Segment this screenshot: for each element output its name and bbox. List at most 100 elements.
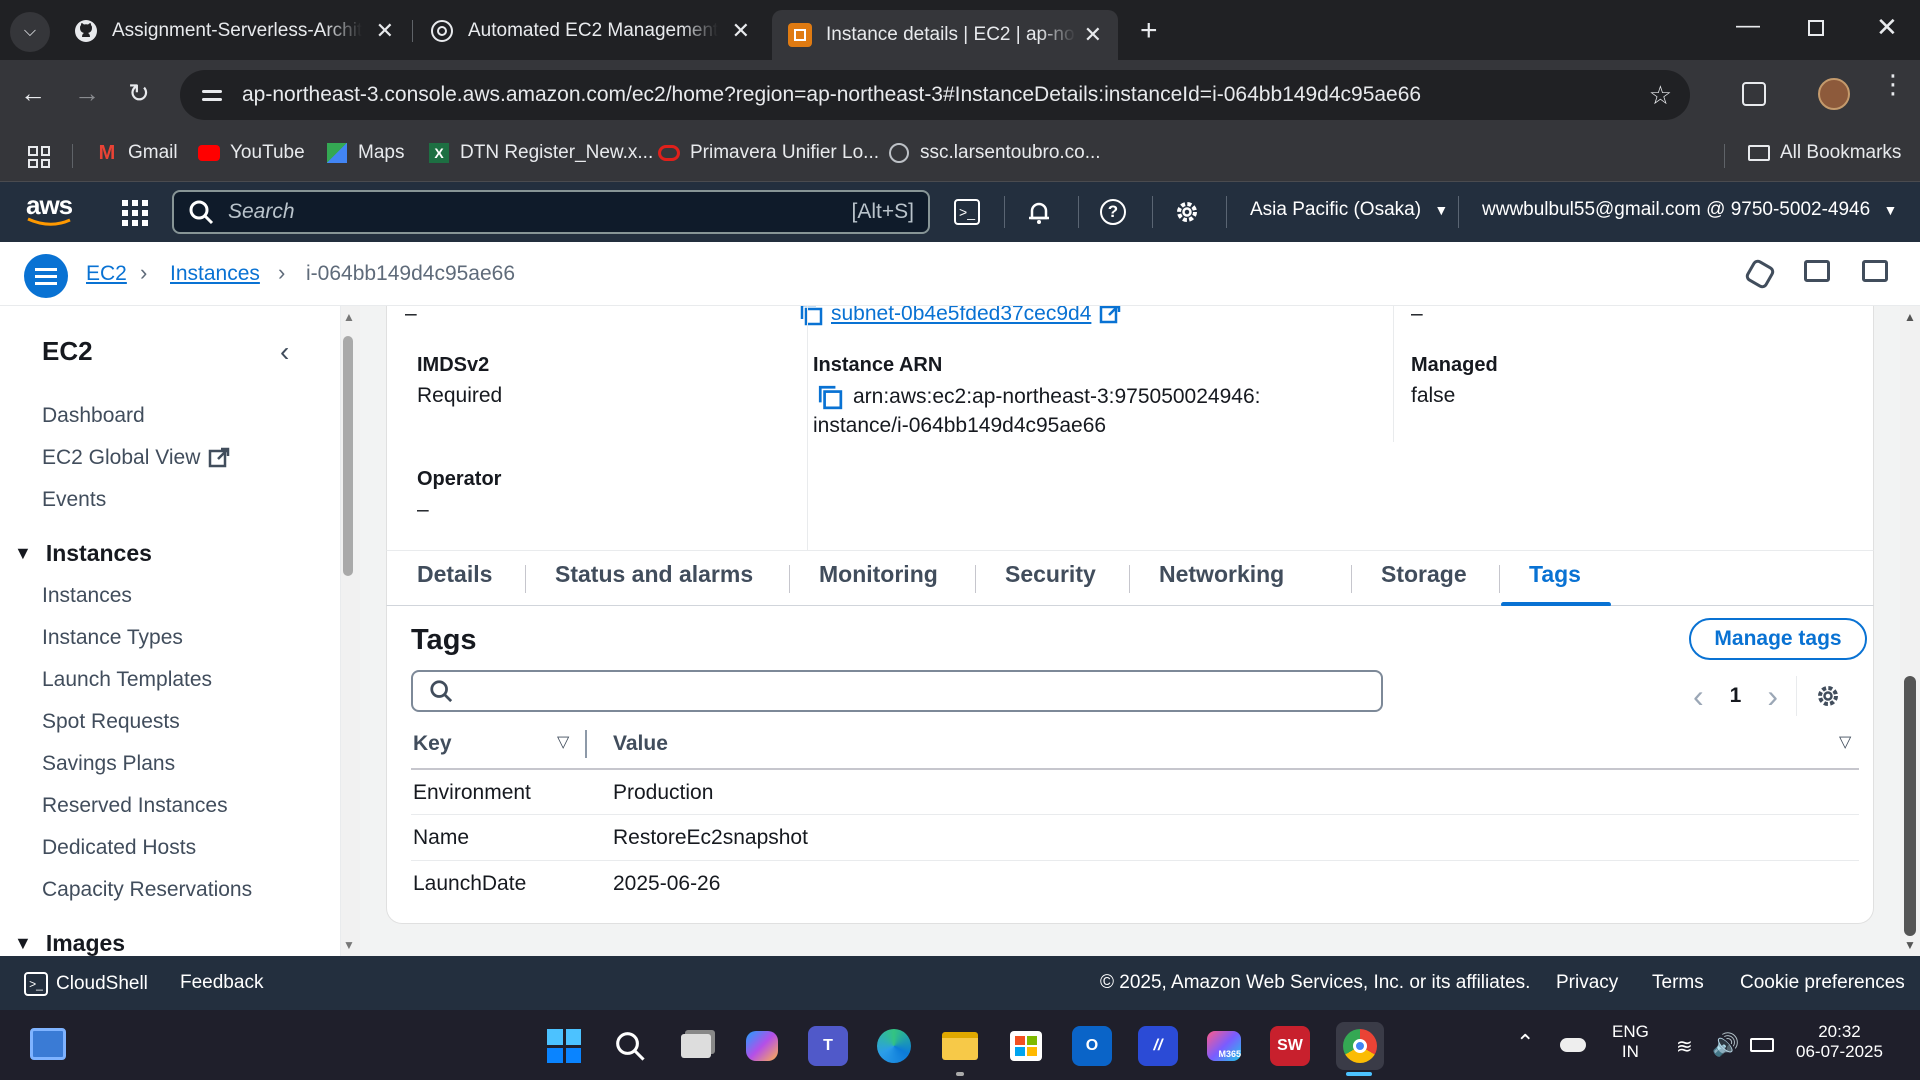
scrollbar-thumb[interactable] (343, 336, 353, 576)
bookmark-gmail[interactable]: M Gmail (96, 142, 178, 164)
tags-search-input[interactable] (411, 670, 1383, 712)
site-info-icon[interactable] (202, 81, 230, 109)
side-nav-toggle-button[interactable] (24, 254, 68, 298)
sidebar-item-spot-requests[interactable]: Spot Requests (42, 710, 180, 734)
sidebar-section-instances[interactable]: ▼ Instances (14, 540, 152, 567)
sidebar-scrollbar[interactable]: ▲ ▼ (340, 306, 360, 956)
close-icon[interactable]: ✕ (1084, 22, 1102, 48)
chevron-left-icon[interactable]: ‹ (1693, 678, 1704, 715)
sidebar-item-savings-plans[interactable]: Savings Plans (42, 752, 175, 776)
scrollbar-thumb[interactable] (1904, 676, 1916, 936)
scroll-up-arrow-icon[interactable]: ▲ (1904, 310, 1916, 324)
bookmark-primavera[interactable]: Primavera Unifier Lo... (658, 142, 879, 164)
monitor-feedback-icon[interactable] (1804, 260, 1830, 282)
sidebar-item-capacity-reservations[interactable]: Capacity Reservations (42, 878, 252, 902)
sidebar-section-images[interactable]: ▼ Images (14, 930, 125, 956)
settings-gear-icon[interactable] (1815, 683, 1841, 709)
search-icon[interactable] (610, 1026, 650, 1066)
windows-start-icon[interactable] (544, 1026, 584, 1066)
store-icon[interactable] (1006, 1026, 1046, 1066)
services-grid-icon[interactable] (122, 200, 148, 226)
copy-icon[interactable] (817, 384, 843, 410)
chevron-right-icon[interactable]: › (1767, 678, 1778, 715)
account-menu[interactable]: wwwbulbul55@gmail.com @ 9750-5002-4946 ▼ (1482, 199, 1897, 221)
hexagon-info-icon[interactable] (1743, 257, 1777, 291)
page-number[interactable]: 1 (1730, 684, 1742, 708)
region-selector[interactable]: Asia Pacific (Osaka) ▼ (1250, 199, 1448, 221)
sidebar-item-dashboard[interactable]: Dashboard (42, 404, 145, 428)
edge-icon[interactable] (874, 1026, 914, 1066)
blue-app-icon[interactable]: // (1138, 1026, 1178, 1066)
tab-status-and-alarms[interactable]: Status and alarms (555, 561, 753, 588)
wifi-icon[interactable]: ≋ (1676, 1034, 1693, 1059)
privacy-link[interactable]: Privacy (1556, 972, 1618, 994)
breadcrumb-ec2[interactable]: EC2 (86, 262, 127, 286)
tab-security[interactable]: Security (1005, 561, 1096, 588)
browser-tab-3-active[interactable]: Instance details | EC2 | ap-north ✕ (772, 10, 1118, 60)
solidworks-icon[interactable]: SW (1270, 1026, 1310, 1066)
sidebar-item-instance-types[interactable]: Instance Types (42, 626, 183, 650)
outlook-icon[interactable]: O (1072, 1026, 1112, 1066)
bookmark-ssc[interactable]: ssc.larsentoubro.co... (888, 142, 1101, 164)
copy-icon[interactable] (799, 306, 823, 326)
address-bar[interactable]: ap-northeast-3.console.aws.amazon.com/ec… (180, 70, 1690, 120)
apps-grid-icon[interactable] (28, 146, 50, 168)
browser-tab-1[interactable]: Assignment-Serverless-Architec ✕ (58, 10, 410, 52)
cookie-preferences-link[interactable]: Cookie preferences (1740, 972, 1905, 994)
bookmark-maps[interactable]: Maps (326, 142, 404, 164)
sidebar-item-ec2-global-view[interactable]: EC2 Global View (42, 446, 230, 470)
column-header-key[interactable]: Key (413, 732, 452, 756)
new-tab-button[interactable]: + (1140, 14, 1158, 48)
main-scrollbar[interactable]: ▲ ▼ (1900, 306, 1920, 956)
sidebar-item-events[interactable]: Events (42, 488, 106, 512)
restore-window-icon[interactable] (1808, 20, 1824, 36)
back-arrow-icon[interactable]: ← (20, 78, 46, 109)
language-indicator[interactable]: ENG IN (1612, 1022, 1649, 1062)
all-bookmarks[interactable]: All Bookmarks (1748, 142, 1901, 164)
chrome-icon[interactable] (1336, 1022, 1384, 1070)
tab-search-button[interactable]: ⌵ (10, 12, 50, 52)
tab-tags[interactable]: Tags (1529, 561, 1581, 588)
sidebar-item-dedicated-hosts[interactable]: Dedicated Hosts (42, 836, 196, 860)
sidebar-item-instances[interactable]: Instances (42, 584, 132, 608)
profile-avatar[interactable] (1818, 78, 1850, 110)
sort-caret-icon[interactable]: ▽ (557, 732, 569, 752)
scroll-down-arrow-icon[interactable]: ▼ (343, 938, 355, 952)
teams-icon[interactable]: T (808, 1026, 848, 1066)
browser-menu-icon[interactable]: ⋮ (1880, 71, 1906, 97)
help-icon[interactable]: ? (1100, 199, 1126, 225)
tab-monitoring[interactable]: Monitoring (819, 561, 938, 588)
bookmark-dtn-register[interactable]: X DTN Register_New.x... (428, 142, 653, 164)
sidebar-item-launch-templates[interactable]: Launch Templates (42, 668, 212, 692)
terms-link[interactable]: Terms (1652, 972, 1704, 994)
tab-details[interactable]: Details (417, 561, 492, 588)
show-hidden-icons-chevron-icon[interactable]: ⌃ (1516, 1030, 1534, 1056)
task-view-icon[interactable] (676, 1026, 716, 1066)
volume-icon[interactable]: 🔊 (1712, 1032, 1739, 1058)
cloudshell-button[interactable]: >_ CloudShell (24, 972, 148, 996)
close-icon[interactable]: ✕ (376, 18, 394, 44)
feedback-link[interactable]: Feedback (180, 972, 263, 994)
bookmark-youtube[interactable]: YouTube (198, 142, 305, 164)
browser-tab-2[interactable]: Automated EC2 Management L ✕ (414, 10, 766, 52)
sort-caret-icon[interactable]: ▽ (1839, 732, 1851, 752)
extensions-icon[interactable] (1742, 82, 1766, 106)
aws-logo[interactable]: aws (26, 190, 74, 234)
aws-search-input[interactable]: Search [Alt+S] (172, 190, 930, 234)
subnet-link[interactable]: subnet-0b4e5fded37cec9d4 (799, 306, 1121, 326)
minimize-window-icon[interactable]: — (1736, 12, 1760, 40)
reload-icon[interactable]: ↻ (128, 78, 150, 109)
manage-tags-button[interactable]: Manage tags (1689, 618, 1867, 660)
column-header-value[interactable]: Value (613, 732, 668, 756)
column-resizer[interactable] (585, 730, 587, 758)
settings-gear-icon[interactable] (1174, 199, 1200, 225)
battery-icon[interactable] (1750, 1038, 1774, 1052)
close-window-icon[interactable]: ✕ (1876, 12, 1898, 43)
monitor-chart-icon[interactable] (1862, 260, 1888, 282)
sidebar-item-reserved-instances[interactable]: Reserved Instances (42, 794, 228, 818)
collapse-sidebar-icon[interactable]: ‹ (280, 336, 289, 368)
notifications-bell-icon[interactable] (1026, 199, 1052, 225)
tags-filter-field[interactable] (463, 679, 1363, 703)
cloudshell-icon[interactable]: >_ (954, 199, 980, 225)
tab-storage[interactable]: Storage (1381, 561, 1467, 588)
